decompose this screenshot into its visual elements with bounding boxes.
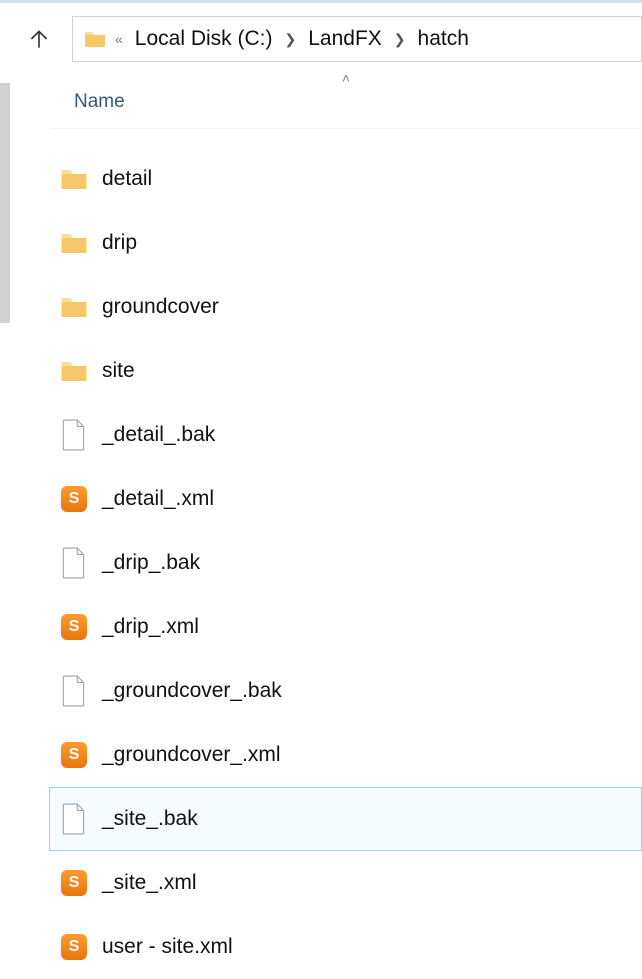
file-name-label: site	[102, 359, 135, 383]
file-name-label: _groundcover_.bak	[102, 679, 282, 703]
breadcrumb-item[interactable]: LandFX	[304, 25, 386, 53]
toolbar: « Local Disk (C:) ❯ LandFX ❯ hatch	[0, 3, 642, 75]
file-name-label: _groundcover_.xml	[102, 743, 281, 767]
file-row[interactable]: _site_.bak	[49, 787, 642, 851]
file-name-label: _drip_.xml	[102, 615, 199, 639]
file-name-label: user - site.xml	[102, 935, 233, 959]
file-name-label: detail	[102, 167, 152, 191]
file-row[interactable]: S _groundcover_.xml	[50, 723, 642, 787]
file-name-label: _drip_.bak	[102, 551, 200, 575]
up-one-level-button[interactable]	[24, 24, 54, 54]
breadcrumb-root[interactable]: Local Disk (C:)	[131, 25, 277, 53]
file-row[interactable]: _drip_.bak	[50, 531, 642, 595]
file-name-label: _site_.bak	[102, 807, 198, 831]
chevron-right-icon: ❯	[285, 31, 297, 48]
file-icon	[56, 547, 92, 579]
nav-scrollbar[interactable]	[0, 83, 10, 323]
folder-icon	[56, 228, 92, 258]
column-header-row: ˄ Name	[50, 75, 642, 129]
folder-icon	[56, 292, 92, 322]
file-row[interactable]: site	[50, 339, 642, 403]
file-list: detail drip groundcover site _detail_.bak S _d…	[50, 129, 642, 979]
file-name-label: _detail_.xml	[102, 487, 214, 511]
folder-icon	[56, 164, 92, 194]
folder-icon	[83, 27, 107, 51]
file-list-pane: ˄ Name detail drip groundcover site _detail_…	[10, 75, 642, 951]
file-row[interactable]: S _detail_.xml	[50, 467, 642, 531]
address-bar[interactable]: « Local Disk (C:) ❯ LandFX ❯ hatch	[72, 16, 642, 62]
sublime-file-icon: S	[56, 614, 92, 640]
file-name-label: drip	[102, 231, 137, 255]
file-row[interactable]: _groundcover_.bak	[50, 659, 642, 723]
file-icon	[56, 803, 92, 835]
nav-pane-stub	[0, 75, 10, 951]
breadcrumb-item[interactable]: hatch	[414, 25, 473, 53]
file-row[interactable]: detail	[50, 147, 642, 211]
file-name-label: _detail_.bak	[102, 423, 215, 447]
content-area: ˄ Name detail drip groundcover site _detail_…	[0, 75, 642, 951]
file-row[interactable]: Suser - site.xml	[50, 915, 642, 979]
folder-icon	[56, 356, 92, 386]
path-overflow-icon[interactable]: «	[115, 31, 123, 47]
chevron-right-icon: ❯	[394, 31, 406, 48]
file-icon	[56, 675, 92, 707]
sublime-file-icon: S	[56, 934, 92, 960]
file-row[interactable]: groundcover	[50, 275, 642, 339]
file-row[interactable]: drip	[50, 211, 642, 275]
sublime-file-icon: S	[56, 486, 92, 512]
file-icon	[56, 419, 92, 451]
file-row[interactable]: S _site_.xml	[50, 851, 642, 915]
sublime-file-icon: S	[56, 742, 92, 768]
column-header-name[interactable]: Name	[50, 91, 125, 113]
sublime-file-icon: S	[56, 870, 92, 896]
sort-indicator-icon: ˄	[342, 70, 350, 86]
file-row[interactable]: S _drip_.xml	[50, 595, 642, 659]
file-row[interactable]: _detail_.bak	[50, 403, 642, 467]
file-name-label: _site_.xml	[102, 871, 197, 895]
file-name-label: groundcover	[102, 295, 219, 319]
